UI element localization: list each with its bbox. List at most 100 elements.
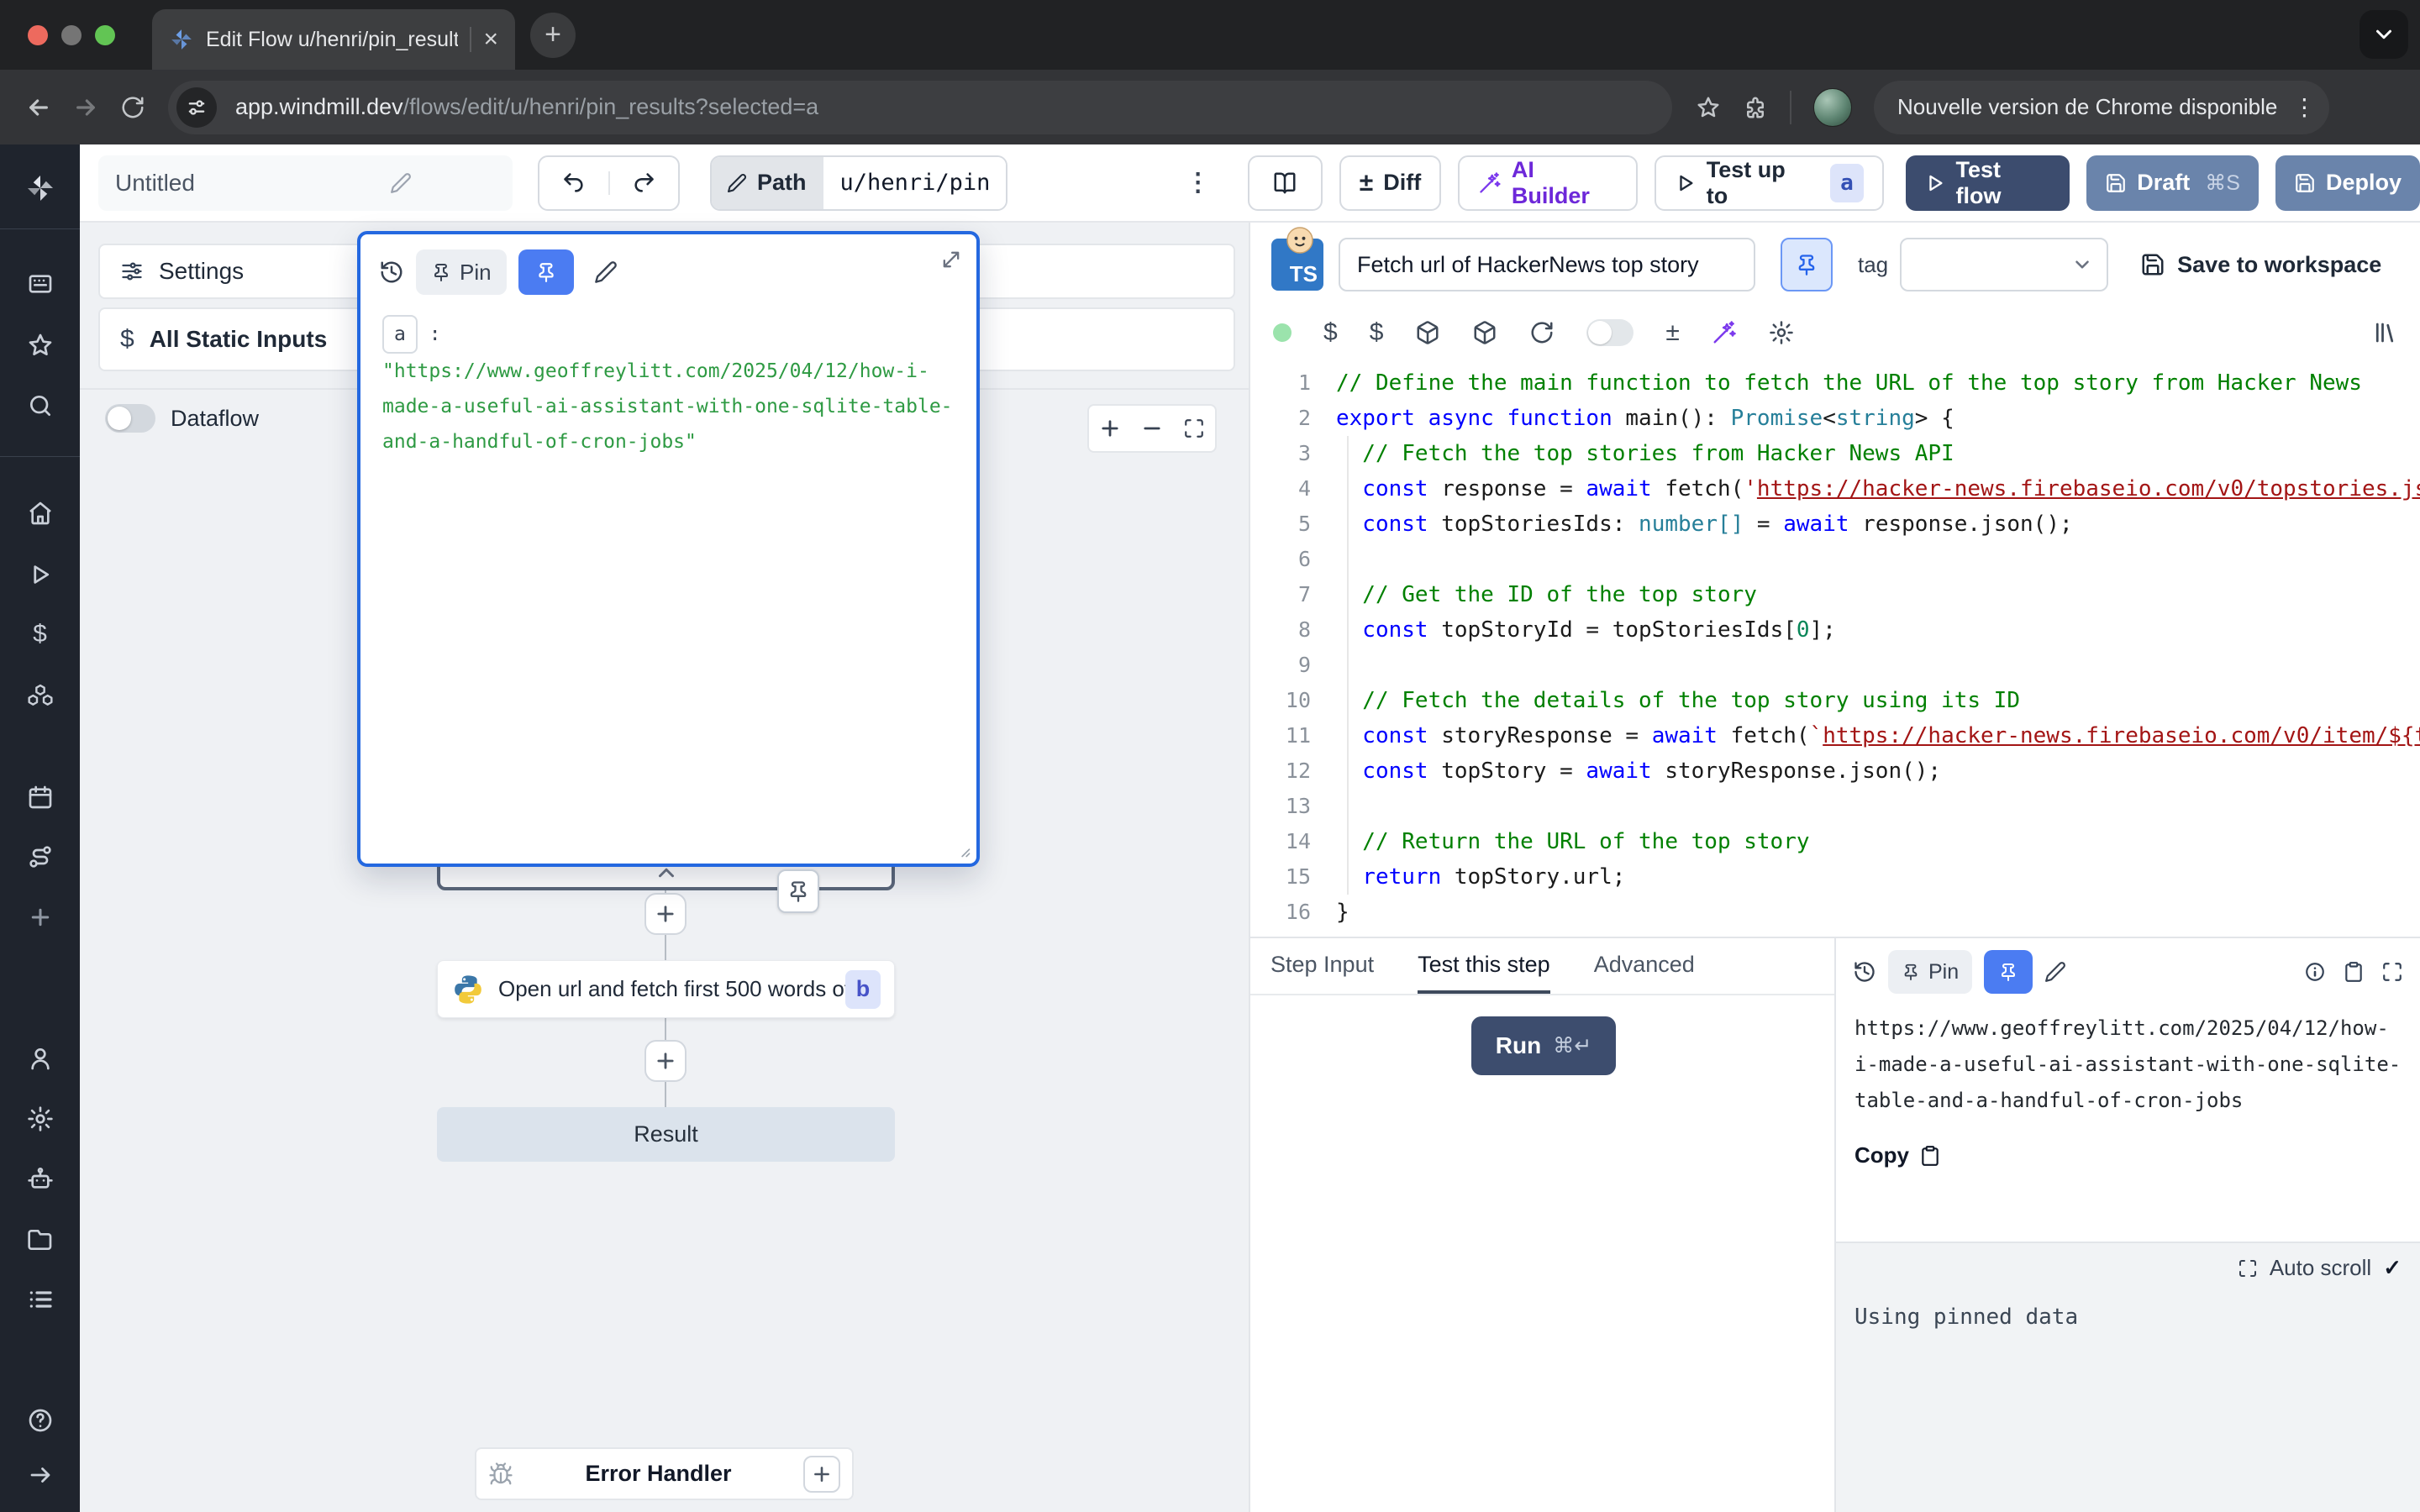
minimize-window-button[interactable] <box>61 25 82 45</box>
fit-view-button[interactable] <box>1173 417 1215 439</box>
sidebar-item-routes[interactable] <box>27 843 54 870</box>
save-to-workspace-button[interactable]: Save to workspace <box>2140 252 2381 278</box>
pin-active-button[interactable] <box>1984 950 2033 994</box>
sidebar-item-favorites[interactable] <box>27 332 54 359</box>
sidebar-item-variables[interactable]: $ <box>33 620 47 648</box>
zoom-in-button[interactable] <box>1089 417 1131 440</box>
diff-button[interactable]: ± Diff <box>1339 155 1441 211</box>
pinned-json-value[interactable]: a : "https://www.geoffreylitt.com/2025/0… <box>360 303 976 459</box>
extensions-icon[interactable] <box>1743 95 1768 120</box>
search-icon[interactable] <box>27 392 54 419</box>
package-icon[interactable] <box>1415 320 1440 345</box>
reload-script-icon[interactable] <box>1529 320 1555 345</box>
sidebar-item-runs[interactable] <box>28 562 53 587</box>
code-line[interactable]: const response = await fetch('https://ha… <box>1336 471 2420 507</box>
edit-pencil-icon[interactable] <box>594 260 618 284</box>
tab-close-icon[interactable]: × <box>483 27 498 52</box>
redo-button[interactable] <box>608 171 678 195</box>
copy-result-icon[interactable] <box>2343 961 2365 983</box>
history-icon[interactable] <box>379 260 404 285</box>
sidebar-item-users[interactable] <box>27 1045 54 1072</box>
code-line[interactable] <box>1336 648 2420 683</box>
fullscreen-window-button[interactable] <box>95 25 115 45</box>
expand-popup-icon[interactable] <box>939 248 963 271</box>
code-content[interactable]: // Define the main function to fetch the… <box>1336 365 2420 937</box>
pin-toggle-button[interactable]: Pin <box>1888 950 1972 994</box>
history-icon[interactable] <box>1853 960 1876 984</box>
ai-builder-button[interactable]: AI Builder <box>1458 155 1638 211</box>
expand-logs-icon[interactable] <box>2238 1258 2258 1278</box>
sidebar-item-add[interactable] <box>28 905 53 930</box>
profile-avatar[interactable] <box>1813 88 1852 127</box>
pin-toggle-button[interactable]: Pin <box>416 249 507 295</box>
tab-test-this-step[interactable]: Test this step <box>1418 938 1550 994</box>
pin-step-button[interactable] <box>1781 238 1833 291</box>
code-line[interactable]: // Fetch the top stories from Hacker New… <box>1336 436 2420 471</box>
library-icon[interactable] <box>2372 320 2397 345</box>
resize-handle[interactable] <box>955 842 971 858</box>
ai-wand-icon[interactable] <box>1712 320 1737 345</box>
run-button[interactable]: Run ⌘↵ <box>1471 1016 1616 1075</box>
sidebar-item-apps[interactable] <box>27 270 54 297</box>
add-error-handler-button[interactable] <box>803 1456 840 1493</box>
tag-select[interactable] <box>1900 238 2108 291</box>
code-editor[interactable]: 12345678910111213141516 // Define the ma… <box>1250 359 2420 937</box>
forward-button[interactable] <box>62 94 109 121</box>
code-line[interactable] <box>1336 789 2420 824</box>
package-icon[interactable] <box>1472 320 1497 345</box>
variables-icon[interactable]: $ <box>1323 318 1338 347</box>
new-tab-button[interactable]: + <box>530 13 576 58</box>
flow-canvas[interactable]: Settings $ All Static Inputs Dataflow <box>80 223 1250 1512</box>
sidebar-item-schedules[interactable] <box>27 784 54 811</box>
window-controls[interactable] <box>28 25 115 45</box>
code-line[interactable]: // Get the ID of the top story <box>1336 577 2420 612</box>
sidebar-item-resources[interactable] <box>27 682 54 709</box>
bookmark-star-icon[interactable] <box>1696 95 1721 120</box>
error-handler-node[interactable]: Error Handler <box>475 1447 854 1500</box>
edit-pencil-icon[interactable] <box>2044 961 2066 983</box>
address-bar[interactable]: app.windmill.dev/flows/edit/u/henri/pin_… <box>168 81 1672 134</box>
flow-step-b-node[interactable]: Open url and fetch first 500 words of ..… <box>437 960 895 1018</box>
copy-button[interactable]: Copy <box>1854 1142 2402 1168</box>
code-line[interactable]: const storyResponse = await fetch(`https… <box>1336 718 2420 753</box>
reload-button[interactable] <box>109 95 156 120</box>
sidebar-item-folders[interactable] <box>27 1226 54 1253</box>
diff-icon[interactable]: ± <box>1665 318 1679 347</box>
test-up-to-button[interactable]: Test up to a <box>1655 155 1884 211</box>
resources-icon[interactable]: $ <box>1370 318 1384 347</box>
pin-active-button[interactable] <box>518 249 574 295</box>
code-line[interactable]: // Define the main function to fetch the… <box>1336 365 2420 401</box>
code-line[interactable]: } <box>1336 895 2420 930</box>
info-icon[interactable] <box>2304 961 2326 983</box>
code-line[interactable]: const topStory = await storyResponse.jso… <box>1336 753 2420 789</box>
add-step-button[interactable] <box>644 1040 687 1082</box>
result-node[interactable]: Result <box>437 1107 895 1162</box>
tab-advanced[interactable]: Advanced <box>1594 938 1695 994</box>
auto-scroll-label[interactable]: Auto scroll <box>2270 1255 2371 1281</box>
tab-search-button[interactable] <box>2360 10 2408 59</box>
flow-name-field[interactable]: Untitled <box>98 155 513 211</box>
site-settings-icon[interactable] <box>176 87 217 128</box>
draft-button[interactable]: Draft ⌘S <box>2086 155 2259 211</box>
dataflow-toggle[interactable] <box>105 404 155 433</box>
docs-book-button[interactable] <box>1248 155 1323 211</box>
sidebar-item-workers[interactable] <box>27 1166 54 1193</box>
deploy-button[interactable]: Deploy <box>2275 155 2420 211</box>
auto-scroll-checkbox[interactable]: ✓ <box>2383 1255 2402 1281</box>
sidebar-item-settings[interactable] <box>27 1105 54 1132</box>
browser-tab[interactable]: Edit Flow u/henri/pin_results × <box>152 9 515 70</box>
undo-button[interactable] <box>539 171 608 195</box>
code-line[interactable]: export async function main(): Promise<st… <box>1336 401 2420 436</box>
code-line[interactable] <box>1336 542 2420 577</box>
code-line[interactable]: // Return the URL of the top story <box>1336 824 2420 859</box>
test-flow-button[interactable]: Test flow <box>1906 155 2070 211</box>
pinned-data-badge[interactable] <box>777 869 819 913</box>
expand-sidebar-icon[interactable] <box>28 1462 53 1488</box>
more-options-icon[interactable]: ⋮ <box>1186 168 1211 197</box>
zoom-out-button[interactable] <box>1131 417 1173 440</box>
code-line[interactable]: const topStoriesIds: number[] = await re… <box>1336 507 2420 542</box>
sidebar-item-home[interactable] <box>27 500 54 527</box>
help-icon[interactable] <box>27 1407 54 1434</box>
chrome-update-button[interactable]: Nouvelle version de Chrome disponible ⋮ <box>1874 81 2329 134</box>
sidebar-item-logs[interactable] <box>27 1286 54 1313</box>
